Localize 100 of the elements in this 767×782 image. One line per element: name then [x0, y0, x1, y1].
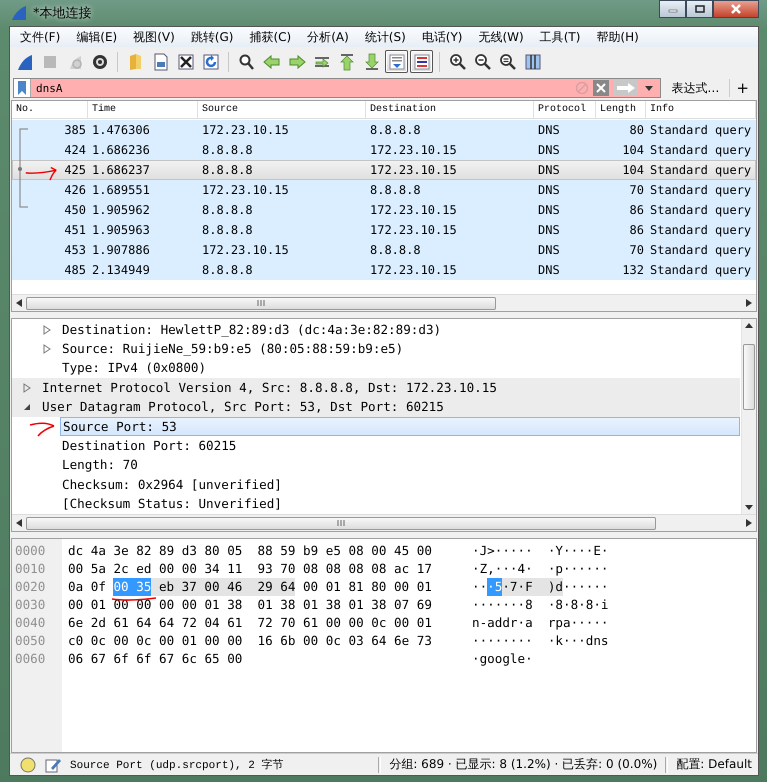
table-cell-text: 453: [63, 243, 87, 257]
right-arrow-icon: [746, 299, 752, 307]
maximize-button[interactable]: [686, 0, 713, 18]
table-cell-text: 451: [63, 223, 87, 237]
column-header[interactable]: Time: [88, 101, 198, 119]
hex-bytes[interactable]: 06 67 6f 6f 67 6c 65 00: [68, 650, 242, 668]
menu-item[interactable]: 捕获(C): [241, 27, 300, 47]
byte-offset: 0000: [14, 542, 46, 560]
tree-item[interactable]: Checksum: 0x2964 [unverified]: [60, 476, 284, 494]
menu-item[interactable]: 统计(S): [356, 27, 414, 47]
up-arrow-icon: [745, 323, 753, 328]
packet-row[interactable]: 451 1.905963 8.8.8.8 172.23.10.15 DNS 86 Standard query: [12, 220, 756, 240]
tree-item[interactable]: Destination: HewlettP_82:89:d3 (dc:4a:3e:82:89:d3): [60, 320, 444, 339]
horizontal-scrollbar[interactable]: [12, 294, 756, 311]
ascii-text: ··: [472, 578, 488, 596]
ascii-text: ·Z,···4· ·p······: [472, 560, 608, 578]
table-cell-text: 172.23.10.15: [369, 263, 458, 277]
collapsed-triangle-icon[interactable]: [42, 324, 52, 335]
window-title: *本地连接: [33, 5, 92, 22]
table-cell-text: DNS: [537, 203, 561, 217]
horizontal-scrollbar[interactable]: [12, 514, 756, 531]
column-header[interactable]: No.: [12, 101, 88, 119]
column-header[interactable]: Source: [198, 101, 366, 119]
packet-row[interactable]: 485 2.134949 8.8.8.8 172.23.10.15 DNS 132 Standard query: [12, 260, 756, 280]
hex-bytes[interactable]: 00 5a 2c ed 00 00 34 11 93 70 08 08 08 08 ac 17: [68, 560, 432, 578]
table-cell-text: Standard query: [649, 243, 752, 257]
packet-row[interactable]: 450 1.905962 8.8.8.8 172.23.10.15 DNS 86 Standard query: [12, 200, 756, 220]
table-cell-text: 86: [628, 223, 645, 237]
clear-icon[interactable]: [592, 79, 610, 97]
close-icon: [730, 4, 742, 14]
packet-row[interactable]: 425 1.686237 8.8.8.8 172.23.10.15 DNS 104 Standard query: [12, 160, 756, 180]
ascii-text: ·7·F )d: [502, 578, 564, 596]
menu-item[interactable]: 电话(Y): [414, 27, 470, 47]
tree-item[interactable]: Destination Port: 60215: [60, 437, 238, 456]
ascii-text: ········ ·k···dns: [472, 632, 608, 650]
table-cell-text: 1.686236: [91, 143, 151, 157]
packet-row[interactable]: 453 1.907886 172.23.10.15 8.8.8.8 DNS 70 Standard query: [12, 240, 756, 260]
table-cell-text: 1.476306: [91, 123, 151, 137]
hex-bytes[interactable]: eb 37 00 46 29 64: [151, 578, 296, 596]
table-cell-text: Standard query: [649, 163, 752, 177]
ascii-text: ·J>····· ·Y····E·: [472, 542, 608, 560]
table-cell-text: 8.8.8.8: [201, 143, 254, 157]
tree-item[interactable]: Type: IPv4 (0x0800): [60, 359, 208, 378]
table-cell-text: 8.8.8.8: [201, 223, 254, 237]
hex-bytes[interactable]: dc 4a 3e 82 89 d3 80 05 88 59 b9 e5 08 00 45 00: [68, 542, 432, 560]
filter-input[interactable]: dnsA: [31, 79, 576, 97]
status-light-icon: [20, 756, 36, 772]
vertical-scrollbar[interactable]: [741, 319, 756, 514]
collapsed-triangle-icon[interactable]: [42, 344, 52, 354]
table-cell-text: 172.23.10.15: [201, 243, 290, 257]
table-cell-text: 8.8.8.8: [201, 263, 254, 277]
menu-item[interactable]: 编辑(E): [68, 27, 126, 47]
menu-item[interactable]: 工具(T): [532, 27, 588, 47]
add-button[interactable]: +: [729, 79, 755, 97]
menu-item[interactable]: 视图(V): [125, 27, 183, 47]
tree-item[interactable]: [Checksum Status: Unverified]: [60, 495, 284, 514]
table-cell-text: 86: [628, 203, 645, 217]
packet-row[interactable]: 385 1.476306 172.23.10.15 8.8.8.8 DNS 80 Standard query: [12, 120, 756, 140]
byte-offset: 0050: [14, 632, 46, 650]
tree-item[interactable]: Length: 70: [60, 456, 140, 474]
column-header[interactable]: Destination: [366, 101, 534, 119]
expression-button[interactable]: 表达式…: [667, 80, 724, 96]
tree-item[interactable]: Source: RuijieNe_59:b9:e5 (80:05:88:59:b9:e5): [60, 340, 406, 358]
column-header[interactable]: Info: [646, 101, 756, 119]
collapsed-triangle-icon[interactable]: [22, 382, 32, 393]
packet-row[interactable]: 426 1.689551 172.23.10.15 8.8.8.8 DNS 70 Standard query: [12, 180, 756, 200]
hex-bytes[interactable]: 6e 2d 61 64 64 72 04 61 72 70 61 00 00 0c 00 01: [68, 614, 432, 632]
menu-item[interactable]: 分析(A): [299, 27, 357, 47]
table-cell-text: 385: [63, 123, 87, 137]
menu-item[interactable]: 跳转(G): [182, 27, 242, 47]
byte-offset: 0040: [14, 614, 46, 632]
table-cell-text: DNS: [537, 123, 561, 137]
menu-item[interactable]: 无线(W): [470, 27, 532, 47]
hex-bytes[interactable]: 0a 0f: [68, 578, 106, 596]
minimize-button[interactable]: [659, 0, 686, 18]
colorize-icon[interactable]: [410, 50, 433, 73]
column-header[interactable]: Protocol: [534, 101, 596, 119]
right-arrow-icon: [746, 519, 752, 527]
table-cell-text: 8.8.8.8: [369, 123, 422, 137]
table-cell-text: 1.686237: [91, 163, 151, 177]
table-cell-text: 80: [628, 123, 645, 137]
menu-item[interactable]: 帮助(H): [588, 27, 647, 47]
table-cell-text: DNS: [537, 163, 561, 177]
ascii-text: n-addr·a rpa·····: [472, 614, 608, 632]
expanded-triangle-icon[interactable]: [22, 402, 32, 412]
packet-row[interactable]: 424 1.686236 8.8.8.8 172.23.10.15 DNS 104 Standard query: [12, 140, 756, 160]
table-cell-text: 424: [63, 143, 87, 157]
close-button[interactable]: [713, 0, 759, 18]
profile-label[interactable]: 配置: Default: [676, 756, 752, 773]
table-cell-text: Standard query: [649, 143, 752, 157]
table-cell-text: 426: [63, 183, 87, 197]
hex-bytes[interactable]: c0 0c 00 0c 00 01 00 00 16 6b 00 0c 03 64 6e 73: [68, 632, 432, 650]
ascii-text: ·google·: [472, 650, 533, 668]
left-arrow-icon: [16, 299, 22, 307]
hex-bytes[interactable]: 00 01 81 80 00 01: [302, 578, 432, 596]
filter-field[interactable]: dnsA: [13, 78, 662, 98]
menu-item[interactable]: 文件(F): [12, 27, 68, 47]
autoscroll-icon[interactable]: [385, 50, 408, 73]
column-header[interactable]: Length: [596, 101, 646, 119]
tree-item[interactable]: Source Port: 53: [60, 417, 740, 436]
